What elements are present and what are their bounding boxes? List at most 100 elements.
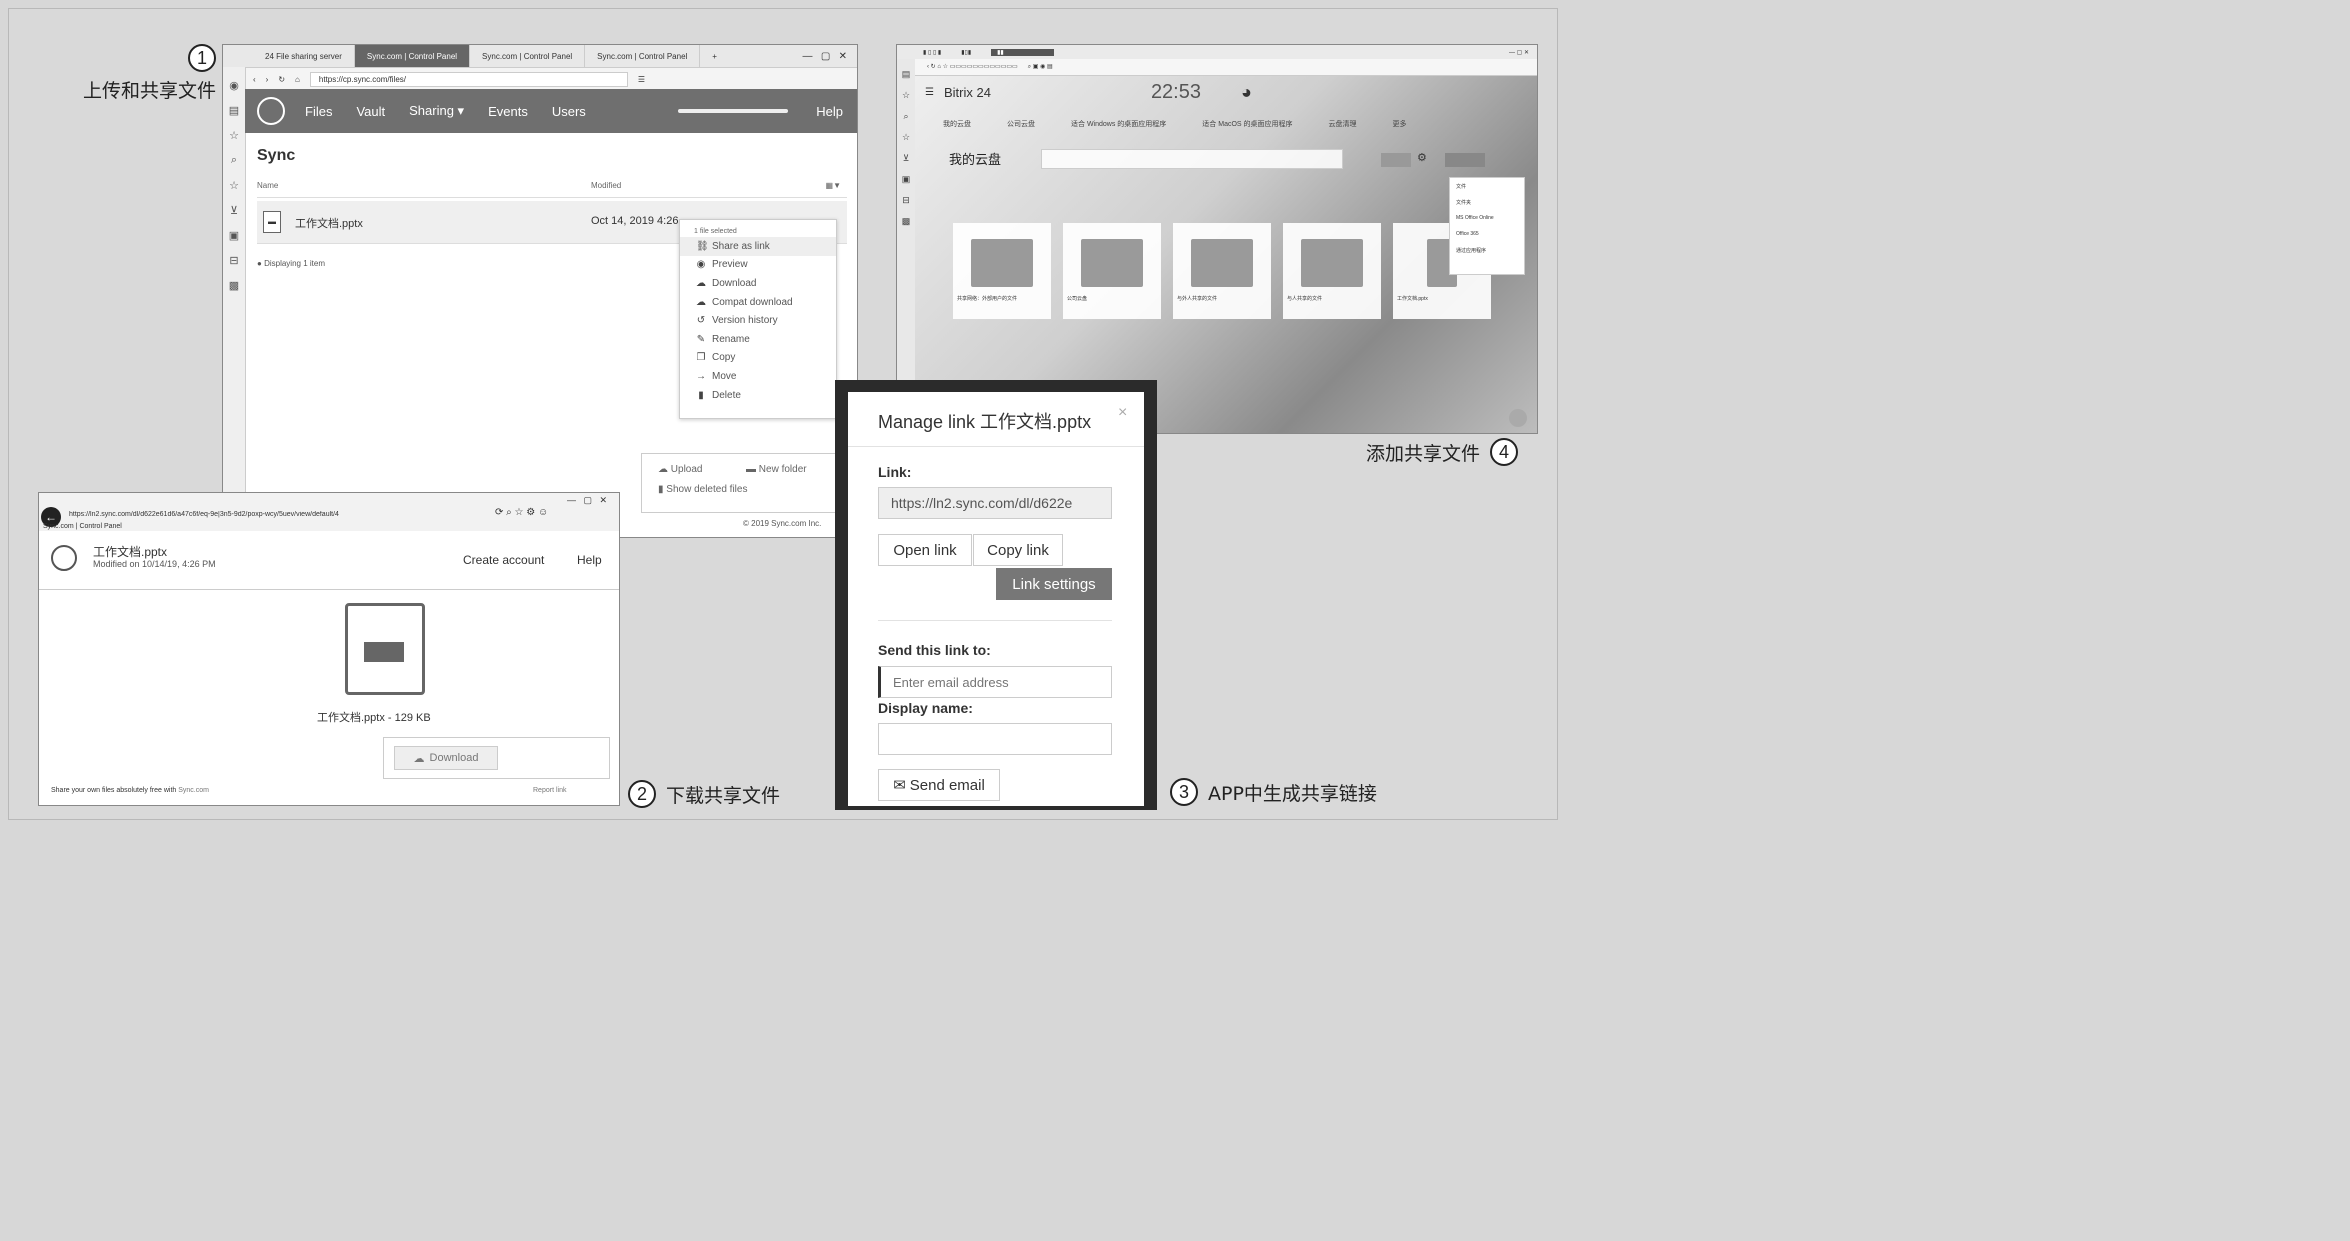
browser-tab[interactable]: Sync.com | Control Panel — [585, 45, 701, 67]
nav-users[interactable]: Users — [552, 104, 586, 119]
menu-item-folder[interactable]: 文件夹 — [1450, 194, 1524, 210]
view-filter-icon[interactable]: ▦▼ — [826, 181, 841, 190]
url-field[interactable]: https://cp.sync.com/files/ — [309, 71, 628, 87]
folder-card[interactable]: 公司云盘 — [1063, 223, 1161, 319]
window-icon[interactable]: ⊟ — [897, 195, 915, 206]
address-bar[interactable]: ‹ ↻ ⌂ ☆ ▭▭▭▭▭▭▭▭▭▭▭▭ ⌕ ▣ ◉ ▤ — [897, 59, 1537, 76]
help-link[interactable]: Help — [577, 553, 602, 567]
browser-tab[interactable]: ▮ ▯ ▯ ▮ — [923, 49, 941, 56]
new-folder-button[interactable]: ▬ New folder — [746, 464, 807, 475]
toolbar-icons[interactable]: ☰ — [638, 75, 645, 84]
bitrix-brand[interactable]: Bitrix 24 — [944, 85, 991, 100]
create-account-link[interactable]: Create account — [463, 553, 544, 567]
search-icon[interactable]: ⌕ — [897, 111, 915, 122]
copy-link-button[interactable]: Copy link — [973, 534, 1063, 566]
tabs-icon[interactable]: ▤ — [223, 104, 245, 117]
window-controls[interactable]: — ▢ ✕ — [803, 51, 848, 62]
menu-version-history[interactable]: ↺ Version history — [680, 311, 836, 330]
send-label: Send this link to: — [878, 642, 991, 658]
tab-windows-app[interactable]: 适合 Windows 的桌面应用程序 — [1071, 119, 1166, 135]
show-deleted-button[interactable]: ▮ Show deleted files — [658, 484, 747, 495]
note-icon[interactable]: ▣ — [897, 174, 915, 185]
upload-button[interactable]: ☁ Upload — [658, 464, 702, 475]
tab-my-drive[interactable]: 我的云盘 — [943, 119, 971, 135]
menu-item-ms-office[interactable]: MS Office Online — [1450, 210, 1524, 226]
new-tab-button[interactable]: + — [700, 45, 729, 67]
folder-icon: ▬ — [746, 464, 756, 475]
nav-events[interactable]: Events — [488, 104, 528, 119]
add-button[interactable] — [1445, 153, 1485, 167]
menu-item-file[interactable]: 文件 — [1450, 178, 1524, 194]
tab-more[interactable]: 更多 — [1393, 119, 1407, 135]
browser-tab[interactable]: 24 File sharing server — [253, 45, 355, 67]
back-icon[interactable]: ‹ — [253, 75, 256, 84]
menu-move[interactable]: → Move — [680, 367, 836, 386]
folder-card[interactable]: 与外人共享的文件 — [1173, 223, 1271, 319]
bookmark-icon[interactable]: ☆ — [897, 132, 915, 143]
bookmark-icon[interactable]: ☆ — [223, 179, 245, 192]
browser-tab-active[interactable]: ▮▮ — [991, 48, 1054, 56]
link-settings-button[interactable]: Link settings — [996, 568, 1112, 600]
nav-files[interactable]: Files — [305, 104, 332, 119]
menu-rename[interactable]: ✎ Rename — [680, 330, 836, 349]
browser-tab-active[interactable]: Sync.com | Control Panel — [354, 45, 471, 67]
email-input[interactable] — [878, 666, 1112, 698]
display-name-input[interactable] — [878, 723, 1112, 755]
browser-toolbar-icons[interactable]: ⟳ ⌕ ☆ ⚙ ☺ — [495, 507, 548, 518]
refresh-icon[interactable] — [1509, 409, 1527, 427]
gear-icon[interactable]: ⚙ — [1417, 151, 1427, 164]
avatar-icon[interactable]: ◉ — [223, 79, 245, 92]
col-modified[interactable]: Modified — [591, 181, 621, 190]
tab-company-drive[interactable]: 公司云盘 — [1007, 119, 1035, 135]
window-controls[interactable]: — ▢ ✕ — [1509, 49, 1529, 56]
user-email-redacted[interactable] — [678, 109, 789, 113]
tab-drive-cleanup[interactable]: 云盘清理 — [1329, 119, 1357, 135]
menu-copy[interactable]: ❐ Copy — [680, 349, 836, 368]
filter-button[interactable] — [1381, 153, 1411, 167]
browser-tab[interactable]: Sync.com | Control Panel — [470, 45, 586, 67]
menu-item-office365[interactable]: Office 365 — [1450, 226, 1524, 242]
window-controls[interactable]: — ▢ ✕ — [567, 495, 607, 506]
menu-preview[interactable]: ◉ Preview — [680, 256, 836, 275]
cart-icon[interactable]: ⊻ — [897, 153, 915, 164]
url-field[interactable]: https://ln2.sync.com/dl/d622e61d6/a47c6f… — [69, 511, 489, 518]
app-icon[interactable]: ▩ — [223, 279, 245, 292]
star-icon[interactable]: ☆ — [897, 90, 915, 101]
browser-tab[interactable]: ▮▯▮ — [961, 49, 971, 56]
menu-item-app[interactable]: 通过应用程序 — [1450, 242, 1524, 258]
file-name[interactable]: 工作文档.pptx — [295, 215, 363, 231]
menu-icon[interactable]: ☰ — [925, 87, 934, 98]
send-email-button[interactable]: ✉ Send email — [878, 769, 1000, 801]
menu-download[interactable]: ☁ Download — [680, 274, 836, 293]
link-field[interactable]: https://ln2.sync.com/dl/d622e — [878, 487, 1112, 519]
tabs-icon[interactable]: ▤ — [897, 69, 915, 80]
menu-compat-download[interactable]: ☁ Compat download — [680, 293, 836, 312]
menu-delete[interactable]: ▮ Delete — [680, 386, 836, 405]
download-button[interactable]: ☁ Download — [394, 746, 498, 770]
search-icon[interactable]: ⌕ — [223, 154, 245, 167]
search-input[interactable] — [1041, 149, 1343, 169]
cart-icon[interactable]: ⊻ — [223, 204, 245, 217]
avatar-icon[interactable]: ◕ — [1241, 82, 1252, 103]
nav-sharing[interactable]: Sharing ▾ — [409, 103, 464, 119]
close-icon[interactable]: × — [1118, 404, 1127, 422]
note-icon[interactable]: ▣ — [223, 229, 245, 242]
col-name[interactable]: Name — [257, 181, 278, 190]
open-link-button[interactable]: Open link — [878, 534, 972, 566]
sync-logo-icon[interactable] — [257, 97, 285, 125]
folder-card[interactable]: 与人共享的文件 — [1283, 223, 1381, 319]
tab-label[interactable]: Sync.com | Control Panel — [43, 523, 122, 530]
app-icon[interactable]: ▩ — [897, 216, 915, 227]
window-icon[interactable]: ⊟ — [223, 254, 245, 267]
nav-help[interactable]: Help — [816, 104, 843, 119]
reload-icon[interactable]: ↻ — [278, 75, 285, 84]
tab-macos-app[interactable]: 适合 MacOS 的桌面应用程序 — [1202, 119, 1292, 135]
star-icon[interactable]: ☆ — [223, 129, 245, 142]
forward-icon[interactable]: › — [266, 75, 269, 84]
sync-link[interactable]: Sync.com — [178, 787, 209, 794]
report-link[interactable]: Report link — [533, 787, 566, 794]
nav-vault[interactable]: Vault — [356, 104, 385, 119]
folder-card[interactable]: 共享网络：外部用户的文件 — [953, 223, 1051, 319]
home-icon[interactable]: ⌂ — [295, 75, 300, 84]
menu-share-as-link[interactable]: ⛓ Share as link — [680, 237, 836, 256]
